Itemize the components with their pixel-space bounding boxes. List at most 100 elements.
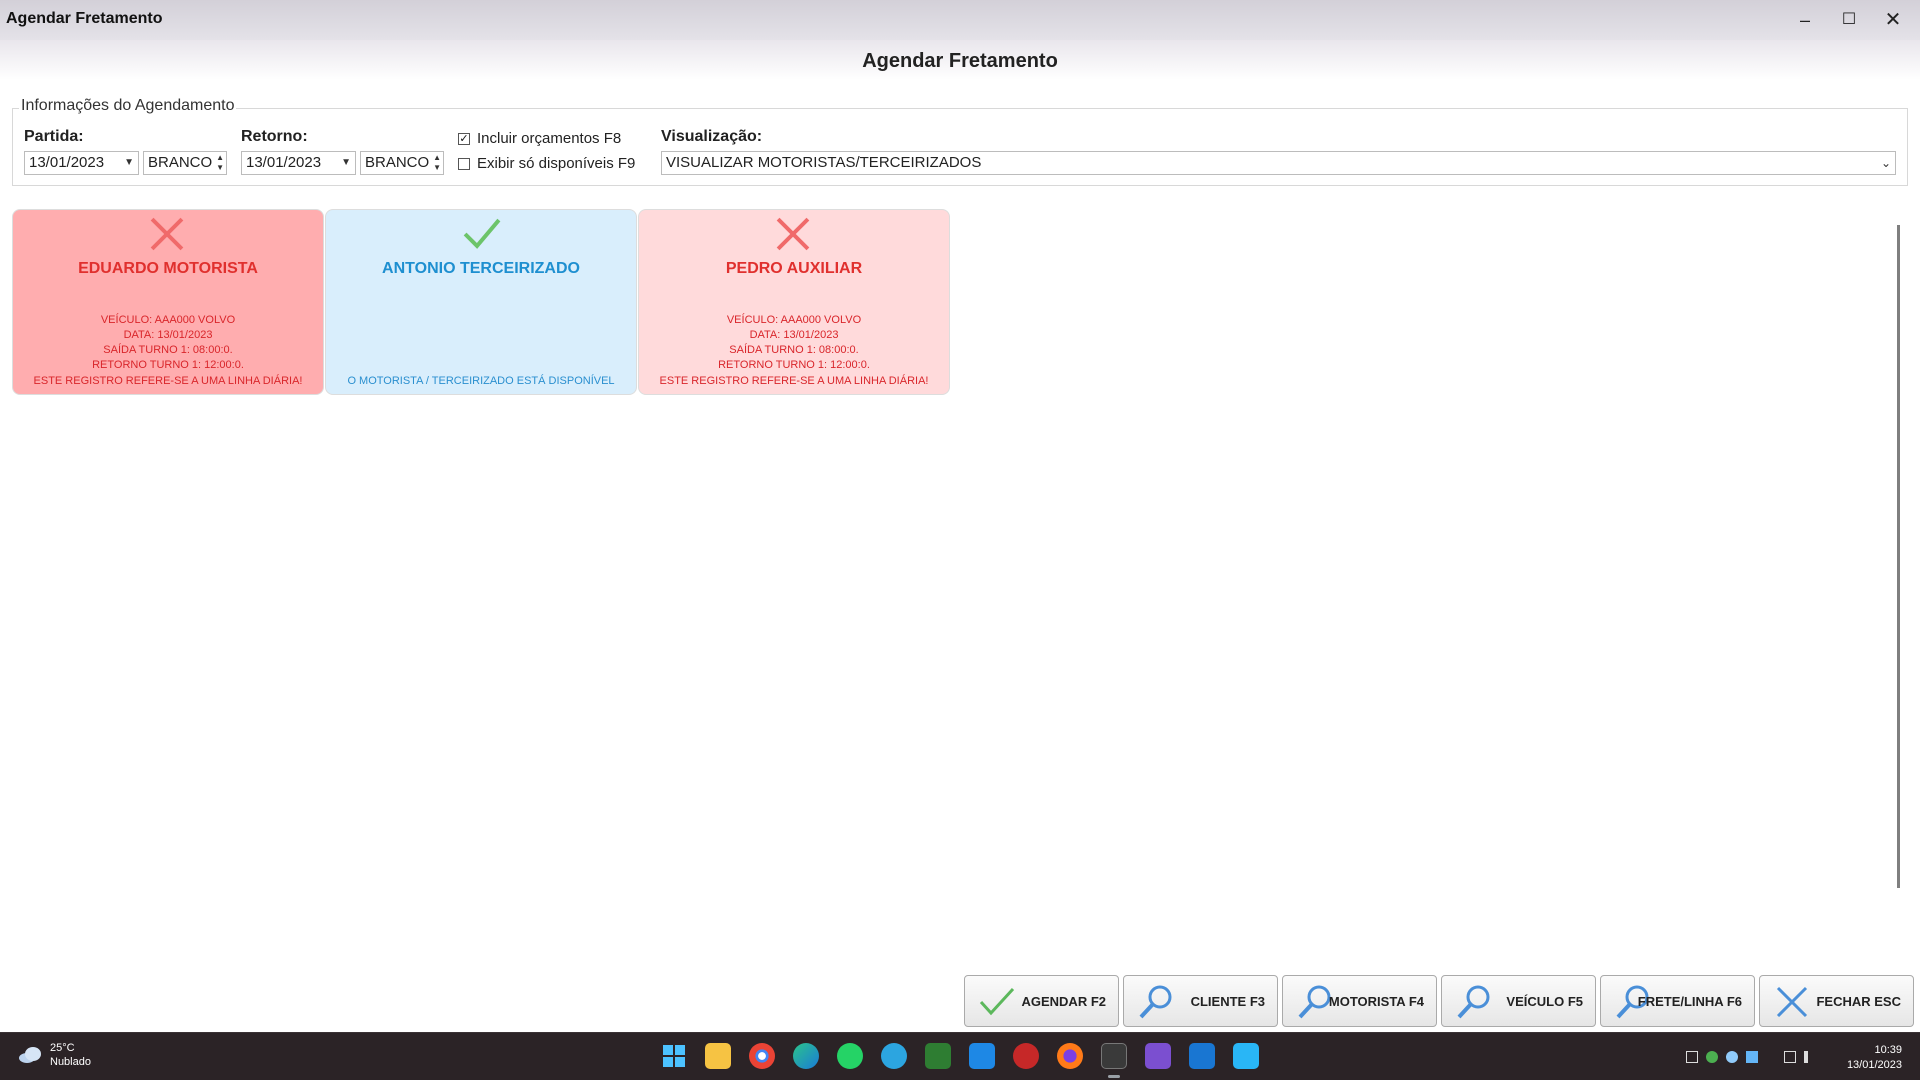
driver-card[interactable]: EDUARDO MOTORISTA VEÍCULO: AAA000 VOLVO … bbox=[12, 209, 324, 395]
x-icon bbox=[776, 217, 810, 251]
veiculo-label: VEÍCULO F5 bbox=[1506, 994, 1583, 1009]
veiculo-button[interactable]: VEÍCULO F5 bbox=[1441, 975, 1596, 1027]
detail-line: RETORNO TURNO 1: 12:00:0. bbox=[92, 359, 244, 371]
active-app-indicator bbox=[1108, 1075, 1120, 1078]
checkbox-checked-icon: ✓ bbox=[458, 132, 470, 145]
visualizacao-select[interactable]: VISUALIZAR MOTORISTAS/TERCEIRIZADOS ⌄ bbox=[661, 151, 1896, 175]
chevron-down-icon: ⌄ bbox=[1880, 156, 1891, 170]
driver-name: EDUARDO MOTORISTA bbox=[78, 260, 258, 277]
fechar-button[interactable]: FECHAR ESC bbox=[1759, 975, 1914, 1027]
edge-icon[interactable] bbox=[793, 1043, 819, 1069]
group-legend: Informações do Agendamento bbox=[19, 97, 237, 115]
detail-line: VEÍCULO: AAA000 VOLVO bbox=[726, 314, 862, 326]
x-icon bbox=[150, 217, 184, 251]
incluir-orcamentos-checkbox[interactable]: ✓ Incluir orçamentos F8 bbox=[458, 130, 621, 147]
file-explorer-icon[interactable] bbox=[705, 1043, 731, 1069]
retorno-date-value: 13/01/2023 bbox=[246, 154, 322, 171]
partida-date-value: 13/01/2023 bbox=[29, 154, 105, 171]
exibir-disponiveis-label: Exibir só disponíveis F9 bbox=[477, 155, 636, 172]
checkbox-unchecked-icon bbox=[458, 157, 470, 170]
clock-date: 13/01/2023 bbox=[1846, 1059, 1902, 1071]
app-active-icon[interactable] bbox=[1101, 1043, 1127, 1069]
volume-icon[interactable] bbox=[1804, 1051, 1816, 1063]
card-note: ESTE REGISTRO REFERE-SE A UMA LINHA DIÁR… bbox=[659, 375, 929, 387]
spreadsheet-icon[interactable] bbox=[925, 1043, 951, 1069]
weather-condition: Nublado bbox=[50, 1056, 91, 1068]
start-icon[interactable] bbox=[661, 1043, 687, 1069]
detail-line: SAÍDA TURNO 1: 08:00:0. bbox=[729, 344, 859, 356]
visualizacao-label: Visualização: bbox=[661, 128, 763, 145]
clock[interactable]: 10:39 13/01/2023 bbox=[1836, 1043, 1902, 1073]
agendar-label: AGENDAR F2 bbox=[1021, 994, 1106, 1009]
page-title: Agendar Fretamento bbox=[862, 50, 1058, 72]
visualizacao-value: VISUALIZAR MOTORISTAS/TERCEIRIZADOS bbox=[666, 154, 982, 171]
frete-linha-button[interactable]: FRETE/LINHA F6 bbox=[1600, 975, 1755, 1027]
motorista-label: MOTORISTA F4 bbox=[1328, 994, 1424, 1009]
card-note: O MOTORISTA / TERCEIRIZADO ESTÁ DISPONÍV… bbox=[347, 375, 615, 387]
spinner-arrows-icon: ▲ ▼ bbox=[433, 153, 441, 172]
whatsapp-icon[interactable] bbox=[837, 1043, 863, 1069]
motorista-button[interactable]: MOTORISTA F4 bbox=[1282, 975, 1437, 1027]
weather-widget[interactable]: 25°C Nublado bbox=[18, 1041, 91, 1069]
partida-turno-value: BRANCO bbox=[148, 154, 213, 171]
telegram-icon[interactable] bbox=[881, 1043, 907, 1069]
retorno-turno-spinner[interactable]: BRANCO ▲ ▼ bbox=[360, 151, 444, 175]
spinner-arrows-icon: ▲ ▼ bbox=[216, 153, 224, 172]
driver-name: ANTONIO TERCEIRIZADO bbox=[382, 260, 580, 277]
remote-desktop-icon[interactable] bbox=[1189, 1043, 1215, 1069]
check-icon bbox=[463, 218, 501, 249]
retorno-label: Retorno: bbox=[241, 128, 308, 145]
usb-icon[interactable] bbox=[1686, 1051, 1698, 1063]
cliente-button[interactable]: CLIENTE F3 bbox=[1123, 975, 1278, 1027]
cliente-label: CLIENTE F3 bbox=[1190, 994, 1265, 1009]
chevron-down-icon: ▼ bbox=[124, 157, 134, 168]
scrollbar-thumb[interactable] bbox=[1897, 225, 1900, 888]
partida-label: Partida: bbox=[24, 128, 84, 145]
close-icon bbox=[1776, 986, 1808, 1018]
retorno-date-picker[interactable]: 13/01/2023 ▼ bbox=[241, 151, 356, 175]
notepad-icon[interactable] bbox=[1233, 1043, 1259, 1069]
close-window-button[interactable]: ✕ bbox=[1878, 8, 1908, 32]
driver-card[interactable]: ANTONIO TERCEIRIZADO O MOTORISTA / TERCE… bbox=[325, 209, 637, 395]
minimize-button[interactable]: – bbox=[1790, 8, 1820, 32]
tray-app-icon[interactable] bbox=[1746, 1051, 1758, 1063]
agendar-button[interactable]: AGENDAR F2 bbox=[964, 975, 1119, 1027]
exibir-disponiveis-checkbox[interactable]: Exibir só disponíveis F9 bbox=[458, 155, 635, 172]
cloud-icon bbox=[19, 1047, 41, 1063]
taskbar: 25°C Nublado 10:39 13/01/2023 bbox=[0, 1032, 1920, 1080]
steam-icon[interactable] bbox=[1726, 1051, 1738, 1063]
chrome-icon[interactable] bbox=[749, 1043, 775, 1069]
partida-turno-spinner[interactable]: BRANCO ▲ ▼ bbox=[143, 151, 227, 175]
detail-line: RETORNO TURNO 1: 12:00:0. bbox=[718, 359, 870, 371]
detail-line: DATA: 13/01/2023 bbox=[749, 329, 839, 341]
maximize-button[interactable]: ☐ bbox=[1834, 8, 1864, 32]
driver-details: VEÍCULO: AAA000 VOLVO DATA: 13/01/2023 S… bbox=[13, 313, 323, 373]
network-icon[interactable] bbox=[1784, 1051, 1796, 1063]
incluir-orcamentos-label: Incluir orçamentos F8 bbox=[477, 130, 622, 147]
window-title: Agendar Fretamento bbox=[6, 10, 163, 27]
app-red-icon[interactable] bbox=[1013, 1043, 1039, 1069]
title-bar: Agendar Fretamento – ☐ ✕ bbox=[0, 0, 1920, 40]
driver-cards: EDUARDO MOTORISTA VEÍCULO: AAA000 VOLVO … bbox=[12, 209, 951, 395]
card-note: ESTE REGISTRO REFERE-SE A UMA LINHA DIÁR… bbox=[33, 375, 303, 387]
search-icon bbox=[1139, 985, 1172, 1019]
retorno-turno-value: BRANCO bbox=[365, 154, 430, 171]
detail-line: SAÍDA TURNO 1: 08:00:0. bbox=[103, 344, 233, 356]
driver-name: PEDRO AUXILIAR bbox=[725, 260, 863, 277]
frete-linha-label: FRETE/LINHA F6 bbox=[1637, 994, 1742, 1009]
search-icon bbox=[1457, 985, 1490, 1019]
detail-line: VEÍCULO: AAA000 VOLVO bbox=[100, 314, 236, 326]
chevron-down-icon: ▼ bbox=[341, 157, 351, 168]
weather-temp: 25°C bbox=[50, 1042, 75, 1054]
driver-card[interactable]: PEDRO AUXILIAR VEÍCULO: AAA000 VOLVO DAT… bbox=[638, 209, 950, 395]
mail-icon[interactable] bbox=[969, 1043, 995, 1069]
windows-logo-icon bbox=[663, 1045, 685, 1067]
firefox-icon[interactable] bbox=[1057, 1043, 1083, 1069]
tray-app-icon[interactable] bbox=[1706, 1051, 1718, 1063]
partida-date-picker[interactable]: 13/01/2023 ▼ bbox=[24, 151, 139, 175]
clock-time: 10:39 bbox=[1874, 1044, 1902, 1056]
driver-details: VEÍCULO: AAA000 VOLVO DATA: 13/01/2023 S… bbox=[639, 313, 949, 373]
check-icon bbox=[979, 987, 1015, 1016]
media-icon[interactable] bbox=[1145, 1043, 1171, 1069]
detail-line: DATA: 13/01/2023 bbox=[123, 329, 213, 341]
